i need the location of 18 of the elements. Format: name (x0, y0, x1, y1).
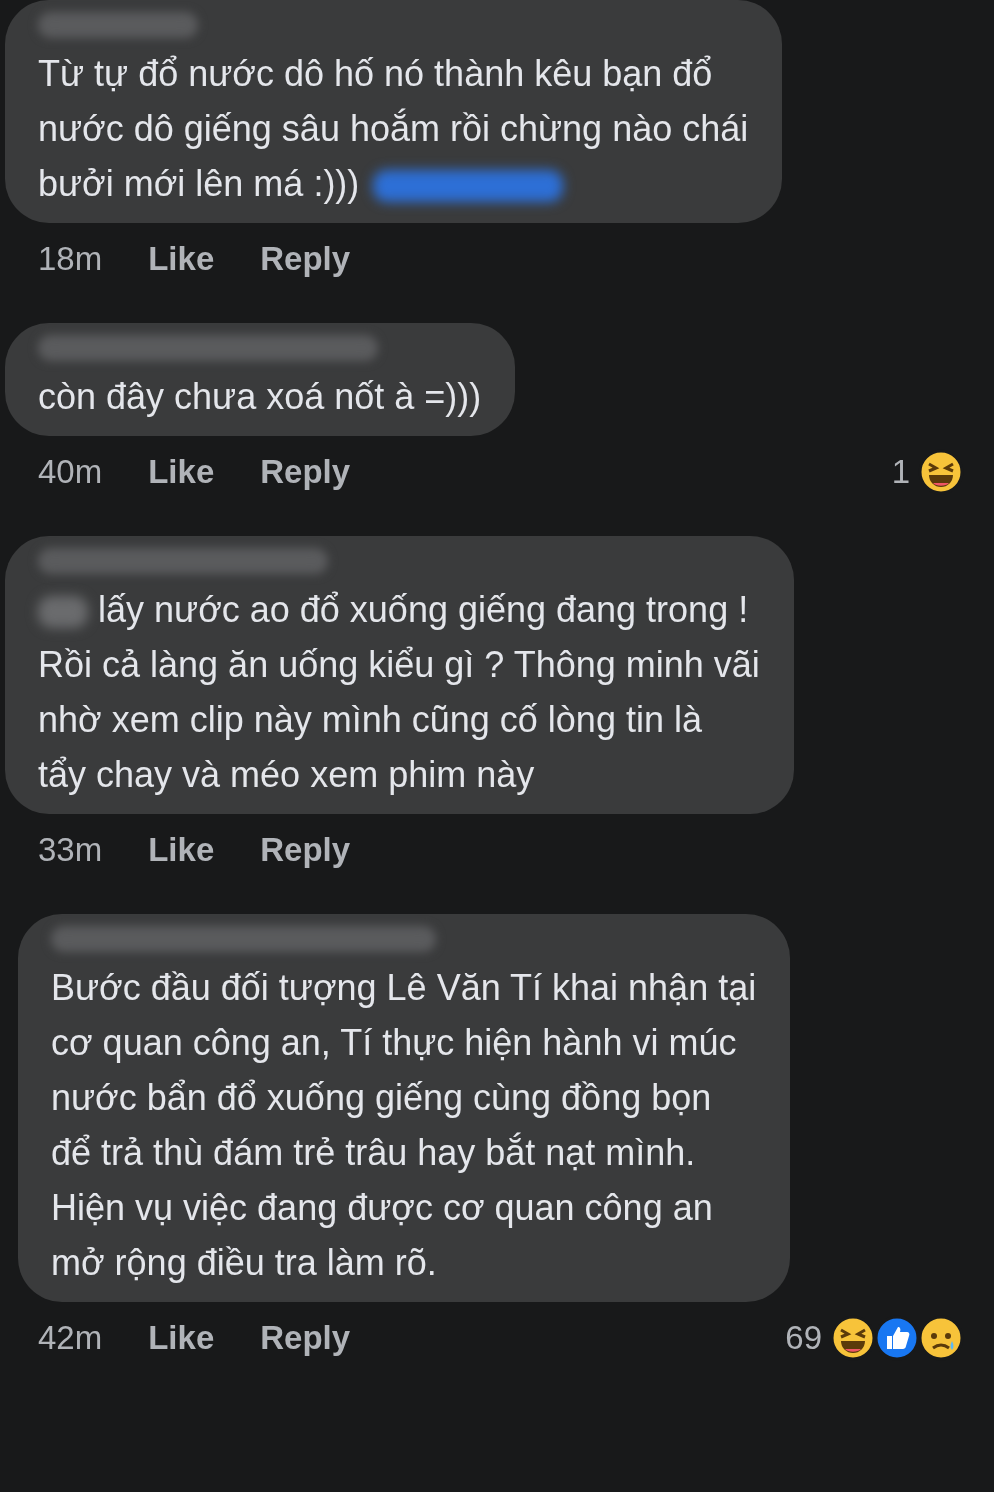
comment-text: Bước đầu đối tượng Lê Văn Tí khai nhận tại cơ quan công an, Tí thực hiện hành vi múc nước bẩn đổ xuống giếng cùng đồng bọn để trả thù đám trẻ trâu hay bắt nạt mình. Hiện vụ việc đang được cơ quan công an mở rộng điều tra làm rõ. (51, 966, 757, 1285)
comment-text: Từ tự đổ nước dô hố nó thành kêu bạn đổ nước dô giếng sâu hoắm rồi chừng nào chái bưởi mới lên má :))) (38, 52, 749, 206)
comment-time: 40m (38, 452, 103, 493)
comment-time: 42m (38, 1318, 103, 1359)
reply-button[interactable]: Reply (260, 825, 351, 875)
reply-button[interactable]: Reply (260, 1313, 351, 1363)
comment-text: còn đây chưa xoá nốt à =))) (38, 375, 482, 419)
reply-button[interactable]: Reply (260, 447, 351, 497)
comment-time: 33m (38, 830, 103, 871)
like-button[interactable]: Like (148, 447, 215, 497)
reaction-count: 69 (785, 1318, 822, 1359)
reply-button[interactable]: Reply (260, 234, 351, 284)
comment-time: 18m (38, 239, 103, 280)
like-button[interactable]: Like (148, 825, 215, 875)
reaction-count: 1 (891, 452, 910, 493)
comment-text: lấy nước ao đổ xuống giếng đang trong ! Rồi cả làng ăn uống kiểu gì ? Thông minh vãi nhờ xem clip này mình cũng cố lòng tin là tẩy chay và méo xem phim này (38, 588, 760, 797)
like-button[interactable]: Like (148, 1313, 215, 1363)
like-button[interactable]: Like (148, 234, 215, 284)
